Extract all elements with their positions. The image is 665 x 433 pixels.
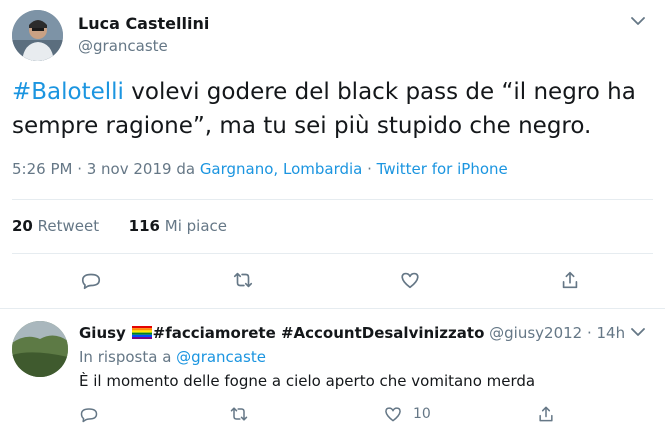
reply-header: Giusy #facciamorete #AccountDesalvinizza…: [79, 324, 625, 342]
avatar[interactable]: [12, 321, 68, 377]
like-count: 116: [128, 217, 160, 235]
hashtag-link[interactable]: #Balotelli: [12, 79, 124, 105]
reply-author-tags[interactable]: #facciamorete #AccountDesalvinizzato: [153, 324, 485, 342]
chevron-down-icon[interactable]: [627, 323, 649, 341]
location-link[interactable]: Gargnano, Lombardia: [200, 160, 363, 178]
retweet-button[interactable]: [229, 266, 257, 294]
divider: [12, 253, 653, 254]
author-name[interactable]: Luca Castellini: [78, 14, 209, 33]
like-icon: [385, 407, 401, 422]
in-reply-handle[interactable]: @grancaste: [176, 348, 266, 366]
share-icon: [562, 271, 578, 289]
tweet-text: #Balotelli volevi godere del black pass …: [12, 75, 652, 143]
meta-separator: ·: [362, 160, 377, 178]
like-icon: [401, 272, 419, 289]
reply-author-name[interactable]: Giusy: [79, 324, 126, 342]
chevron-down-icon[interactable]: [627, 12, 649, 30]
reply-text: È il momento delle fogne a cielo aperto …: [79, 372, 536, 390]
retweet-stat[interactable]: 20 Retweet: [12, 217, 99, 235]
reply-icon: [80, 408, 98, 423]
share-icon: [539, 406, 553, 422]
reply-icon: [81, 273, 101, 290]
share-button[interactable]: [556, 266, 584, 294]
tweet-separator: [0, 308, 665, 309]
in-reply-to: In risposta a @grancaste: [79, 348, 266, 366]
tweet-meta: 5:26 PM · 3 nov 2019 da Gargnano, Lombar…: [12, 160, 508, 178]
tweet-stats: 20 Retweet 116 Mi piace: [12, 217, 227, 235]
like-label: Mi piace: [159, 217, 227, 235]
reply-handle-time[interactable]: @giusy2012 · 14h: [484, 324, 625, 342]
rainbow-flag-icon: [131, 326, 152, 339]
retweet-count: 20: [12, 217, 33, 235]
reply-button[interactable]: [79, 402, 99, 426]
reply-like-count: 10: [413, 406, 431, 422]
retweet-icon: [233, 272, 253, 288]
share-button[interactable]: [536, 402, 556, 426]
author-handle[interactable]: @grancaste: [78, 37, 168, 55]
like-button[interactable]: 10: [383, 402, 431, 426]
avatar[interactable]: [12, 10, 63, 61]
like-stat[interactable]: 116 Mi piace: [129, 217, 227, 235]
retweet-label: Retweet: [32, 217, 100, 235]
retweet-button[interactable]: [229, 402, 249, 426]
source-link[interactable]: Twitter for iPhone: [377, 160, 508, 178]
divider: [12, 199, 653, 200]
main-tweet: Luca Castellini @grancaste #Balotelli vo…: [0, 0, 665, 308]
like-button[interactable]: [396, 266, 424, 294]
tweet-time[interactable]: 5:26 PM · 3 nov 2019 da: [12, 160, 200, 178]
reply-button[interactable]: [77, 266, 105, 294]
in-reply-prefix: In risposta a: [79, 348, 177, 366]
retweet-icon: [230, 407, 248, 421]
